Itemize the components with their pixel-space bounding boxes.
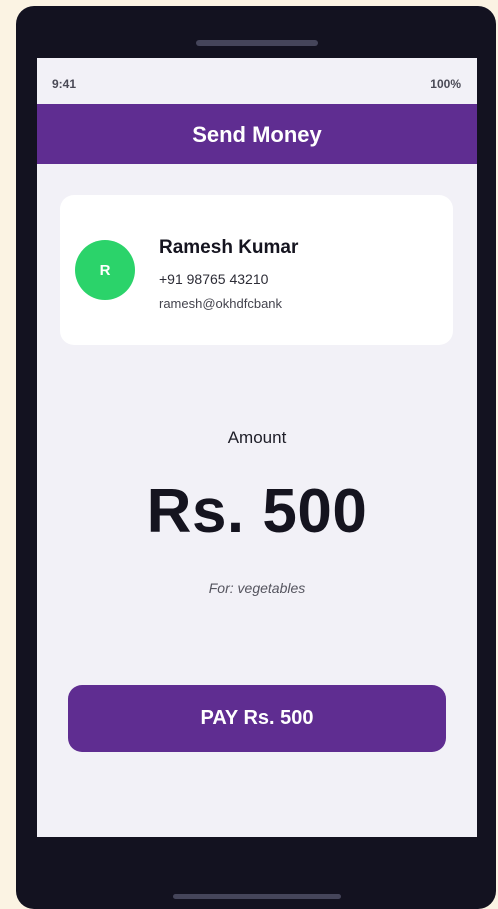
payee-phone: +91 98765 43210	[159, 271, 269, 287]
home-indicator[interactable]	[173, 894, 341, 899]
payee-name: Ramesh Kumar	[159, 237, 299, 258]
status-time: 9:41	[52, 77, 77, 91]
payee-upi-id: ramesh@okhdfcbank	[159, 296, 283, 311]
app-bar: Send Money	[37, 104, 477, 164]
battery-level: 100%	[430, 77, 461, 91]
phone-frame: 9:41 100% Send Money R Ramesh Kumar +91 …	[16, 6, 496, 909]
avatar: R	[75, 240, 135, 300]
amount-label: Amount	[227, 428, 287, 447]
page-title: Send Money	[192, 122, 322, 147]
payee-card: R Ramesh Kumar +91 98765 43210 ramesh@ok…	[60, 195, 453, 345]
pay-button[interactable]: PAY Rs. 500	[68, 685, 446, 752]
payment-note: For: vegetables	[208, 580, 306, 596]
phone-speaker	[196, 40, 318, 46]
status-bar: 9:41 100%	[37, 58, 477, 104]
amount-value: Rs. 500	[146, 477, 368, 546]
app-screen: 9:41 100% Send Money R Ramesh Kumar +91 …	[37, 58, 477, 837]
